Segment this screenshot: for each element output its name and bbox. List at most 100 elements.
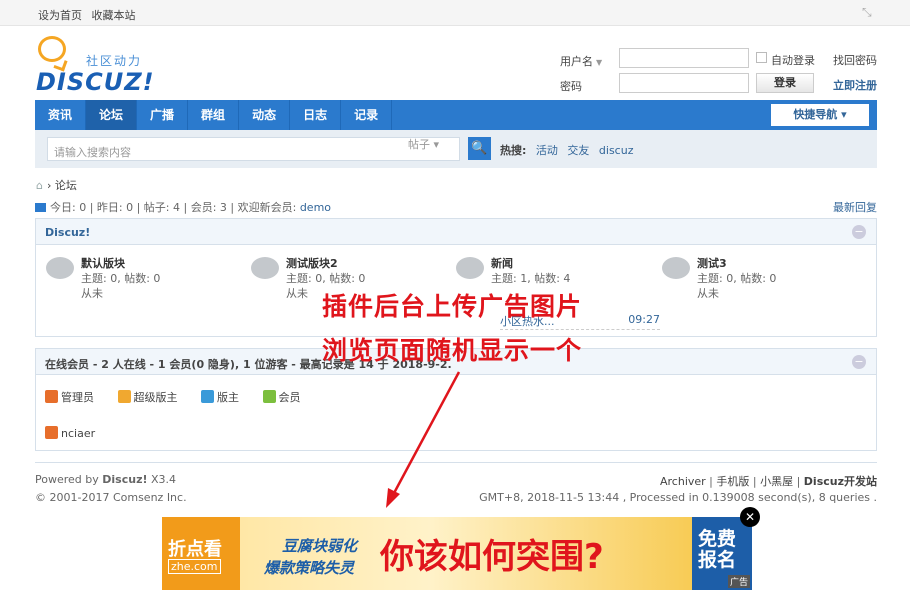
ad-brand-panel: 折点看 zhe.com [162,517,240,590]
annotation-line-1: 插件后台上传广告图片 [322,292,583,321]
forum-stats: 今日: 0 | 昨日: 0 | 帖子: 4 | 会员: 3 | 欢迎新会员: d… [35,199,877,215]
forum-group-header: Discuz! − [36,219,876,245]
forum-icon [456,257,484,279]
supermod-icon [117,390,131,403]
logo-bubble-icon [38,36,66,62]
forum-last: 从未 [81,287,103,300]
search-icon: 🔍 [471,141,488,156]
dev-site-link[interactable]: Discuz开发站 [804,475,877,488]
nav-item-broadcast[interactable]: 广播 [137,100,189,130]
close-icon[interactable]: ✕ [740,507,760,527]
forum-group-title[interactable]: Discuz! [45,226,90,239]
forgot-password-link[interactable]: 找回密码 [833,52,877,68]
breadcrumb: ⌂ › 论坛 [36,177,77,193]
blackroom-link[interactable]: 小黑屋 [760,475,793,488]
breadcrumb-current[interactable]: 论坛 [55,179,77,192]
ad-cta[interactable]: 免费报名 [698,529,752,571]
hot-link-friends[interactable]: 交友 [567,144,589,157]
footer-time: GMT+8, 2018-11-5 13:44 , Processed in 0.… [479,491,877,504]
powered-brand[interactable]: Discuz! [102,473,147,486]
auto-login-label[interactable]: 自动登录 [771,52,815,68]
forum-name[interactable]: 默认版块 [81,255,125,271]
forum-info: 主题: 0, 帖数: 0 [81,272,161,285]
forum-item[interactable]: 默认版块 主题: 0, 帖数: 0 从未 [46,255,246,315]
ad-brand-sub: zhe.com [168,559,221,574]
nav-item-forum[interactable]: 论坛 [86,100,138,130]
latest-replies-link[interactable]: 最新回复 [833,199,877,215]
nav-item-news[interactable]: 资讯 [35,100,87,130]
main-nav: 资讯 论坛 广播 群组 动态 日志 记录 快捷导航 ▾ [35,100,877,130]
header: 社区动力 DISCUZ! 用户名 ▼ 自动登录 找回密码 密码 登录 立即注册 [0,26,910,100]
site-logo[interactable]: 社区动力 DISCUZ! [36,36,176,96]
username-input[interactable] [619,48,749,68]
register-link[interactable]: 立即注册 [833,77,877,93]
member-icon [262,390,276,403]
copyright: © 2001-2017 Comsenz Inc. [35,491,187,504]
logo-word: DISCUZ! [36,68,155,96]
collapse-icon[interactable]: − [852,355,866,369]
member-legend: 管理员 超级版主 版主 会员 [45,389,321,405]
forum-info: 主题: 0, 帖数: 0 [286,272,366,285]
nav-item-records[interactable]: 记录 [341,100,393,130]
forum-info: 主题: 0, 帖数: 0 [697,272,777,285]
annotation-line-2: 浏览页面随机显示一个 [322,336,583,365]
nav-item-blog[interactable]: 日志 [290,100,342,130]
online-user-name[interactable]: nciaer [61,427,95,440]
ad-slogan-2: 爆款策略失灵 [264,559,355,577]
auto-login-checkbox[interactable] [756,52,767,63]
ad-brand: 折点看 [168,539,222,560]
forum-last: 从未 [286,287,308,300]
forum-icon [662,257,690,279]
hot-link-discuz[interactable]: discuz [599,144,634,157]
ad-headline: 你该如何突围? [380,537,604,577]
search-button[interactable]: 🔍 [468,137,491,160]
footer: Powered by Discuz! X3.4 © 2001-2017 Coms… [35,462,877,504]
search-type-select[interactable]: 帖子 ▾ [408,136,439,152]
moderator-icon [201,390,214,403]
hot-link-activity[interactable]: 活动 [536,144,558,157]
forum-item[interactable]: 测试3 主题: 0, 帖数: 0 从未 [662,255,862,315]
powered-by: Powered by Discuz! X3.4 [35,473,177,486]
admin-icon [45,390,58,403]
chevron-down-icon: ▼ [596,58,603,67]
online-user[interactable]: nciaer [45,426,95,440]
admin-icon [45,426,58,439]
hot-label: 热搜: [500,144,527,157]
ad-banner[interactable]: 折点看 zhe.com 豆腐块弱化 爆款策略失灵 你该如何突围? 免费报名 广告 [162,517,752,590]
bookmark-link[interactable]: 收藏本站 [92,9,136,22]
password-input[interactable] [619,73,749,93]
username-label[interactable]: 用户名 ▼ [560,53,602,69]
collapse-icon[interactable]: − [852,225,866,239]
search-input[interactable]: 请输入搜索内容 [47,137,460,161]
forum-icon [46,257,74,279]
home-icon[interactable]: ⌂ [36,179,43,192]
new-member-link[interactable]: demo [300,201,331,214]
nav-item-activity[interactable]: 动态 [239,100,291,130]
switch-width-icon[interactable]: ⤡ [862,6,874,18]
set-home-link[interactable]: 设为首页 [38,9,82,22]
forum-last: 从未 [697,287,719,300]
legend-member: 会员 [262,389,301,405]
forum-name[interactable]: 测试版块2 [286,255,338,271]
logo-slogan: 社区动力 [86,54,143,68]
nav-item-groups[interactable]: 群组 [188,100,240,130]
top-links: 设为首页 收藏本站 [38,7,142,23]
last-post-time: 09:27 [628,313,660,326]
login-form: 用户名 ▼ 自动登录 找回密码 密码 登录 立即注册 [560,48,890,98]
quick-nav-button[interactable]: 快捷导航 ▾ [771,104,869,126]
forum-name[interactable]: 测试3 [697,255,727,271]
top-bar: 设为首页 收藏本站 ⤡ [0,0,910,26]
archiver-link[interactable]: Archiver [660,475,706,488]
forum-icon [251,257,279,279]
forum-name[interactable]: 新闻 [491,255,513,271]
search-type-label: 帖子 [408,138,430,151]
login-button[interactable]: 登录 [756,73,814,93]
search-bar: 请输入搜索内容 帖子 ▾ 🔍 热搜: 活动 交友 discuz [35,130,877,168]
mobile-link[interactable]: 手机版 [716,475,749,488]
search-placeholder: 请输入搜索内容 [54,146,131,159]
ad-slogan-1: 豆腐块弱化 [282,537,358,555]
password-label: 密码 [560,80,582,93]
chevron-down-icon: ▾ [433,138,440,151]
legend-admin: 管理员 [45,389,94,405]
legend-moderator: 版主 [201,389,239,405]
